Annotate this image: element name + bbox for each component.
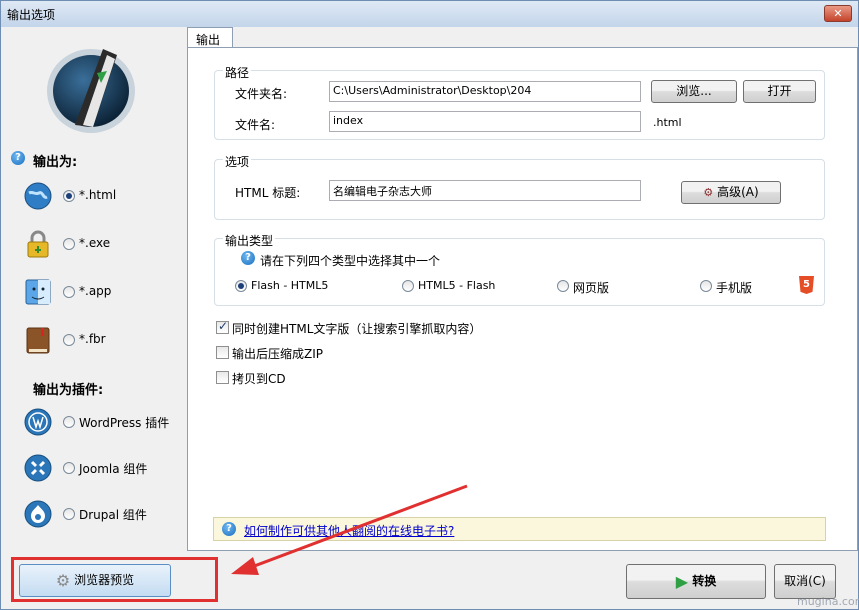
joomla-icon <box>24 454 52 482</box>
help-link[interactable]: 如何制作可供其他人翻阅的在线电子书? <box>244 522 454 539</box>
radio-mobile[interactable] <box>700 280 712 292</box>
output-as-heading: 输出为: <box>33 155 78 170</box>
lock-icon <box>27 230 49 258</box>
plugin-label: WordPress 插件 <box>79 416 170 430</box>
radio-flash-html5[interactable] <box>235 280 247 292</box>
radio-app[interactable] <box>63 286 75 298</box>
checkbox-cd-box[interactable] <box>216 371 229 384</box>
wordpress-icon <box>24 408 52 436</box>
checkbox-label: 拷贝到CD <box>232 372 286 386</box>
folder-input[interactable]: C:\Users\Administrator\Desktop\204 <box>329 81 641 102</box>
format-option-html[interactable]: *.html <box>23 181 183 213</box>
checkbox-label: 输出后压缩成ZIP <box>232 347 323 361</box>
type-hint: 请在下列四个类型中选择其中一个 <box>260 254 441 268</box>
advanced-label: 高级(A) <box>717 185 759 199</box>
options-group: 选项 HTML 标题: 名编辑电子杂志大师 ⚙ 高级(A) <box>214 153 825 220</box>
format-label: *.fbr <box>79 332 106 346</box>
checkbox-zip-box[interactable] <box>216 346 229 359</box>
format-label: *.html <box>79 188 117 202</box>
folder-label: 文件夹名: <box>235 87 288 101</box>
radio-drupal[interactable] <box>63 508 75 520</box>
radio-html[interactable] <box>63 190 75 202</box>
plugin-label: Joomla 组件 <box>79 462 148 476</box>
plugins-heading: 输出为插件: <box>33 383 104 398</box>
output-type-group: 输出类型 ? 请在下列四个类型中选择其中一个 Flash - HTML5 HTM… <box>214 232 825 306</box>
plugin-label: Drupal 组件 <box>79 508 147 522</box>
format-label: *.app <box>79 284 112 298</box>
type-choice-label: 网页版 <box>573 281 610 295</box>
html5-icon: 5 <box>799 276 814 294</box>
file-extension: .html <box>653 116 682 129</box>
play-icon: ▶ <box>675 572 689 591</box>
help-icon: ? <box>11 151 25 165</box>
browse-button[interactable]: 浏览... <box>651 80 737 103</box>
watermark: mugina.com <box>797 595 859 608</box>
radio-exe[interactable] <box>63 238 75 250</box>
tab-bar: 输出 <box>187 27 858 49</box>
checkbox-label: 同时创建HTML文字版（让搜索引擎抓取内容） <box>232 322 482 336</box>
radio-wordpress[interactable] <box>63 416 75 428</box>
group-title: 选项 <box>223 153 252 170</box>
type-choice-flash-html5[interactable]: Flash - HTML5 <box>235 279 355 295</box>
finder-icon <box>25 279 51 305</box>
type-choice-mobile[interactable]: 手机版 <box>700 279 780 295</box>
type-choice-web[interactable]: 网页版 <box>557 279 637 295</box>
app-logo <box>47 49 135 133</box>
radio-web[interactable] <box>557 280 569 292</box>
html5-badge-text: 5 <box>803 279 810 290</box>
checkbox-zip[interactable]: 输出后压缩成ZIP <box>216 345 416 361</box>
type-choice-label: HTML5 - Flash <box>418 279 496 292</box>
checkbox-html-text-box[interactable] <box>216 319 229 334</box>
tab-output[interactable]: 输出 <box>187 27 233 49</box>
advanced-button[interactable]: ⚙ 高级(A) <box>681 181 781 204</box>
book-icon <box>26 327 50 354</box>
open-button[interactable]: 打开 <box>743 80 816 103</box>
type-choice-label: Flash - HTML5 <box>251 279 329 292</box>
close-button[interactable]: ✕ <box>824 5 852 22</box>
cancel-button[interactable]: 取消(C) <box>774 564 836 599</box>
output-tab-panel: 路径 文件夹名: C:\Users\Administrator\Desktop\… <box>187 47 858 551</box>
format-option-app[interactable]: *.app <box>23 277 183 309</box>
plugin-option-wordpress[interactable]: WordPress 插件 <box>23 407 183 439</box>
drupal-icon <box>24 500 52 528</box>
path-group: 路径 文件夹名: C:\Users\Administrator\Desktop\… <box>214 64 825 140</box>
format-option-exe[interactable]: *.exe <box>23 229 183 261</box>
help-bar: ? 如何制作可供其他人翻阅的在线电子书? <box>213 517 826 541</box>
window-title: 输出选项 <box>7 8 56 22</box>
left-panel: ? 输出为: *.html *.exe *.app *.fbr 输出为插件: W… <box>7 31 183 551</box>
plugin-option-drupal[interactable]: Drupal 组件 <box>23 499 183 531</box>
type-choice-label: 手机版 <box>716 281 753 295</box>
file-label: 文件名: <box>235 118 276 132</box>
help-icon: ? <box>241 251 255 265</box>
settings-icon: ⚙ <box>703 186 714 199</box>
format-option-fbr[interactable]: *.fbr <box>23 325 183 357</box>
radio-joomla[interactable] <box>63 462 75 474</box>
title-bar: 输出选项 ✕ <box>1 1 858 27</box>
checkbox-cd[interactable]: 拷贝到CD <box>216 370 416 386</box>
format-label: *.exe <box>79 236 111 250</box>
filename-input[interactable]: index <box>329 111 641 132</box>
group-title: 路径 <box>223 64 252 81</box>
checkbox-html-text[interactable]: 同时创建HTML文字版（让搜索引擎抓取内容） <box>216 319 516 336</box>
help-icon: ? <box>222 522 236 536</box>
radio-fbr[interactable] <box>63 334 75 346</box>
html-title-label: HTML 标题: <box>235 186 301 200</box>
html-title-input[interactable]: 名编辑电子杂志大师 <box>329 180 641 201</box>
type-choice-html5-flash[interactable]: HTML5 - Flash <box>402 279 522 295</box>
globe-icon <box>24 182 52 210</box>
group-title: 输出类型 <box>223 232 276 249</box>
convert-label: 转换 <box>692 574 717 588</box>
convert-button[interactable]: ▶ 转换 <box>626 564 766 599</box>
radio-html5-flash[interactable] <box>402 280 414 292</box>
plugin-option-joomla[interactable]: Joomla 组件 <box>23 453 183 485</box>
highlight-box <box>11 557 218 602</box>
output-options-window: 输出选项 ✕ ? 输出为: *.html *.exe *.app *.fbr 输… <box>0 0 859 610</box>
